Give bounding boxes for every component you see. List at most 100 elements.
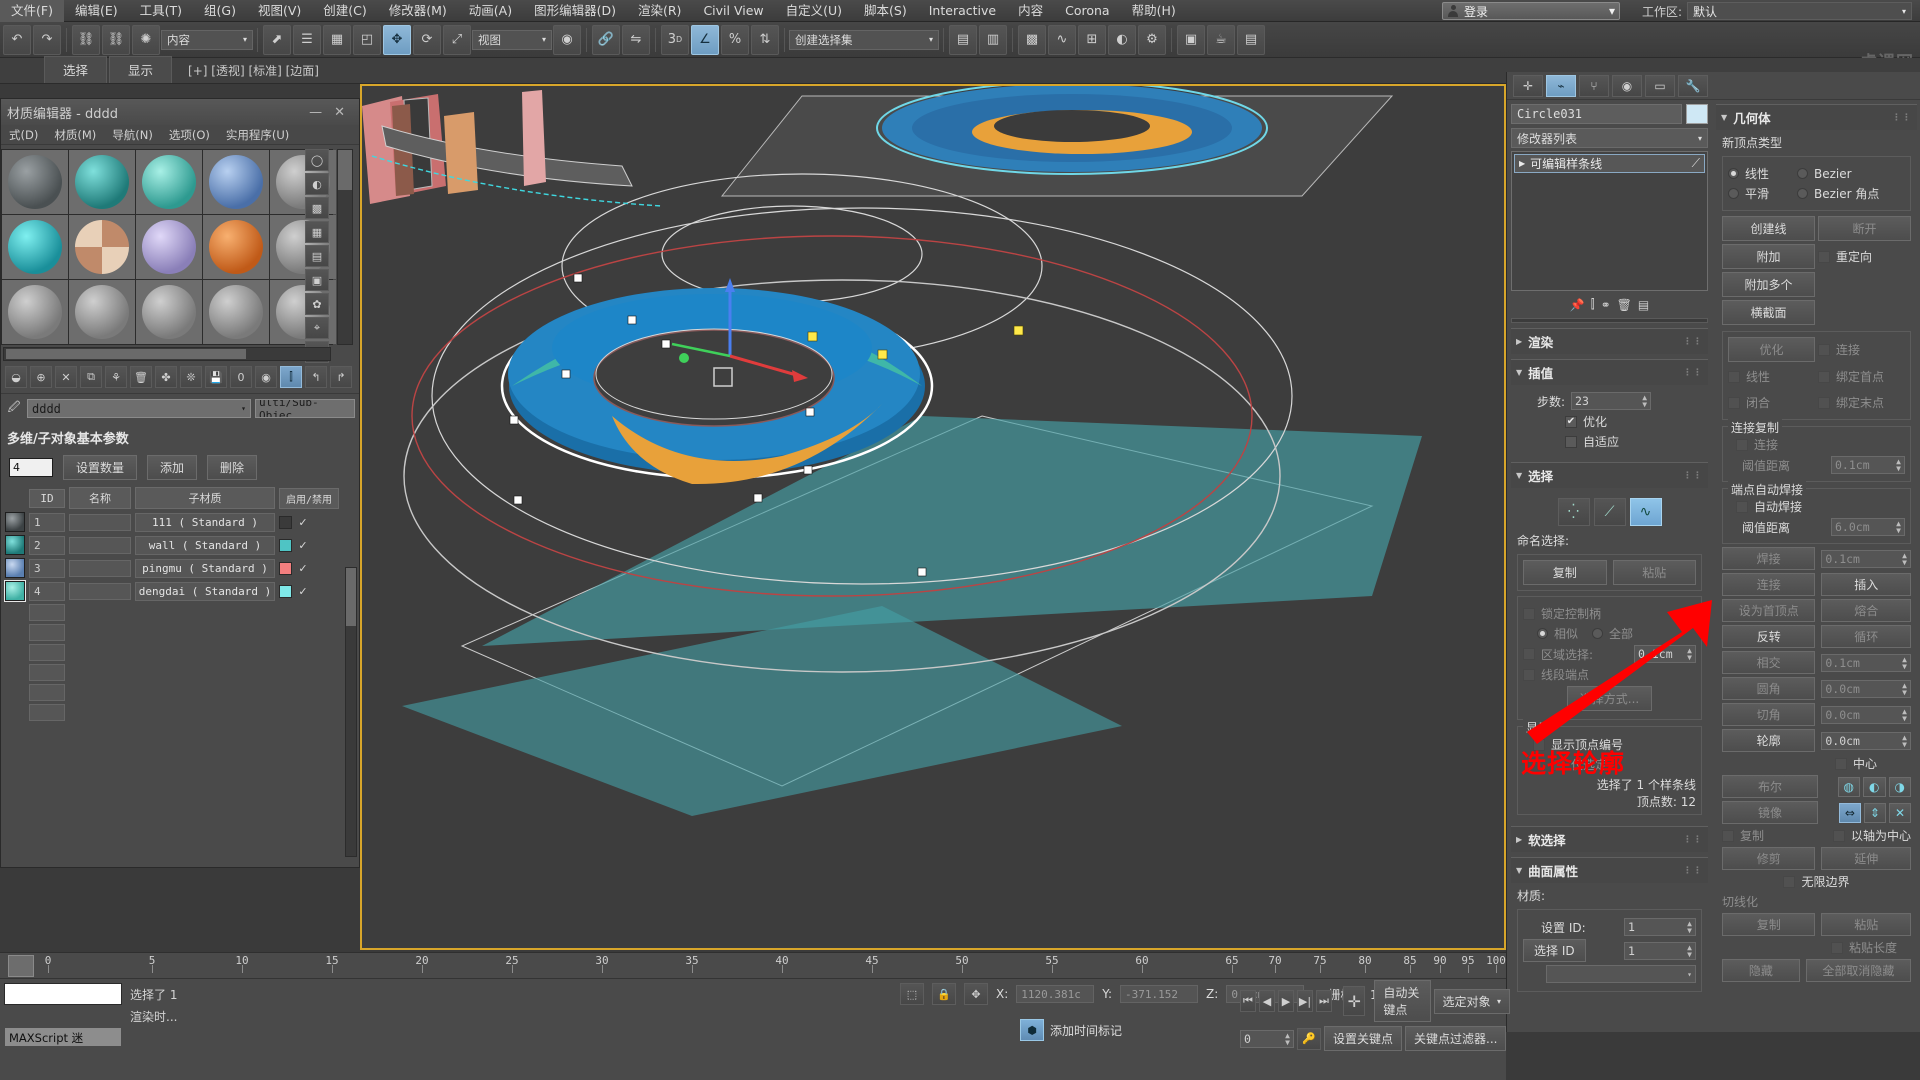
add-button[interactable]: 添加 xyxy=(147,455,198,480)
select-id-spinner[interactable]: 1 ▲ ▼ xyxy=(1624,941,1696,960)
motion-tab[interactable]: ◉ xyxy=(1612,74,1642,97)
row-preview-swatch[interactable] xyxy=(4,580,26,602)
spinner-arrows-icon[interactable]: ▲ ▼ xyxy=(1896,520,1901,535)
viewport[interactable] xyxy=(360,84,1506,950)
area-selection-checkbox[interactable] xyxy=(1523,648,1535,660)
stack-resize-handle[interactable] xyxy=(1511,318,1708,323)
material-slot-scrollbar[interactable] xyxy=(337,149,353,345)
spinner-arrows-icon[interactable]: ▲ ▼ xyxy=(1902,733,1907,748)
material-slot[interactable] xyxy=(203,215,269,279)
chamfer-spinner[interactable]: 0.0cm ▲ ▼ xyxy=(1821,705,1911,724)
table-row[interactable]: 3 pingmu ( Standard ) ✓ xyxy=(5,558,353,578)
outline-spinner[interactable]: 0.0cm ▲ ▼ xyxy=(1821,731,1911,750)
row-enabled-checkbox[interactable]: ✓ xyxy=(296,516,310,529)
spinner-arrows-icon[interactable]: ▲ ▼ xyxy=(1902,681,1907,696)
sample-type-icon[interactable]: ◯ xyxy=(305,149,329,171)
mirror-copy-checkbox[interactable] xyxy=(1722,829,1734,842)
login-button[interactable]: 登录 ▾ xyxy=(1442,2,1620,20)
spinner-arrows-icon[interactable]: ▲ ▼ xyxy=(1902,655,1907,670)
rollout-render-header[interactable]: ▶ 渲染 ⋮⋮ xyxy=(1511,328,1708,354)
bezier-radio[interactable] xyxy=(1797,168,1809,179)
spinner-snap-icon[interactable]: ⇅ xyxy=(751,24,779,55)
quick-align-icon[interactable]: ▥ xyxy=(979,24,1007,55)
row-submaterial-button[interactable]: 111 ( Standard ) xyxy=(135,512,275,532)
viewport-label[interactable]: [+] [透视] [标准] [边面] xyxy=(188,62,319,83)
me-menu-material[interactable]: 材质(M) xyxy=(46,127,104,143)
prev-frame-icon[interactable]: ◀ xyxy=(1259,990,1275,1012)
menu-item-animation[interactable]: 动画(A) xyxy=(458,0,523,22)
time-slider-handle[interactable] xyxy=(8,955,34,977)
connect-checkbox[interactable] xyxy=(1818,343,1830,356)
row-preview-swatch[interactable] xyxy=(5,512,25,532)
fuse-button[interactable]: 熔合 xyxy=(1821,599,1911,622)
closed-row[interactable]: 闭合 xyxy=(1728,394,1815,411)
connect-row[interactable]: 连接 xyxy=(1818,340,1905,359)
me-menu-mode[interactable]: 式(D) xyxy=(1,127,46,143)
row-color-swatch[interactable] xyxy=(279,538,292,552)
window-crossing-icon[interactable]: ◰ xyxy=(353,24,381,55)
timeline-ruler[interactable]: 0 5 10 15 20 25 30 35 40 45 50 55 60 65 … xyxy=(0,952,1506,978)
lock-icon[interactable]: 🔒 xyxy=(932,983,956,1005)
menu-item-modifiers[interactable]: 修改器(M) xyxy=(378,0,458,22)
subtraction-icon[interactable]: ◐ xyxy=(1863,776,1886,797)
cross-insert-spinner[interactable]: 0.1cm ▲ ▼ xyxy=(1821,653,1911,672)
weld-spinner[interactable]: 0.1cm ▲ ▼ xyxy=(1821,549,1911,568)
rollout-selection-header[interactable]: ▼ 选择 ⋮⋮ xyxy=(1511,462,1708,488)
material-slot[interactable] xyxy=(136,215,202,279)
bind-space-warp-icon[interactable]: ✺ xyxy=(132,24,160,55)
select-object-icon[interactable]: ⬈ xyxy=(263,24,291,55)
spinner-arrows-icon[interactable]: ▲ ▼ xyxy=(1687,943,1692,958)
options-icon[interactable]: ✿ xyxy=(305,293,329,315)
menu-item-edit[interactable]: 编辑(E) xyxy=(64,0,129,22)
display-tab[interactable]: ▭ xyxy=(1645,74,1675,97)
all-radio[interactable] xyxy=(1592,628,1604,639)
menu-item-civil-view[interactable]: Civil View xyxy=(692,0,774,22)
menu-item-views[interactable]: 视图(V) xyxy=(247,0,312,22)
menu-item-interactive[interactable]: Interactive xyxy=(918,0,1007,22)
paste-selection-button[interactable]: 粘贴 xyxy=(1612,560,1696,585)
chevron-right-icon[interactable]: ▶ xyxy=(1519,159,1525,168)
go-forward-sibling-icon[interactable]: ↱ xyxy=(330,366,352,388)
undo-icon[interactable]: ↶ xyxy=(3,24,31,55)
segment-mode-icon[interactable]: ⟋ xyxy=(1593,498,1626,526)
render-iterative-icon[interactable]: ▤ xyxy=(1237,24,1265,55)
select-link-icon[interactable]: ⛓ xyxy=(72,24,100,55)
time-tag-icon[interactable]: ⬢ xyxy=(1020,1019,1044,1041)
material-slot[interactable] xyxy=(69,150,135,214)
rollout-interpolation-header[interactable]: ▼ 插值 ⋮⋮ xyxy=(1511,359,1708,385)
reset-map-icon[interactable]: ✕ xyxy=(55,366,77,388)
connect-copy-checkbox[interactable] xyxy=(1736,438,1748,451)
select-by-material-icon[interactable]: ⌖ xyxy=(305,317,329,339)
object-name-input[interactable]: Circle031 xyxy=(1511,104,1682,124)
make-unique-icon[interactable]: ⚭ xyxy=(1601,298,1611,312)
background-icon[interactable]: ▩ xyxy=(305,197,329,219)
go-to-parent-icon[interactable]: ↰ xyxy=(305,366,327,388)
material-slot[interactable] xyxy=(2,215,68,279)
row-name-input[interactable] xyxy=(69,582,131,600)
paste2-button[interactable]: 粘贴 xyxy=(1821,913,1911,936)
goto-start-icon[interactable]: ⏮ xyxy=(1240,990,1256,1012)
named-selection-set-input[interactable]: 创建选择集 ▾ xyxy=(789,29,939,50)
union-icon[interactable]: ◍ xyxy=(1837,776,1861,797)
scrollbar-thumb[interactable] xyxy=(338,150,352,190)
modifier-stack-item[interactable]: ▶ 可编辑样条线 ⟋ xyxy=(1514,154,1705,173)
material-slot[interactable] xyxy=(2,150,68,214)
utilities-tab[interactable]: 🔧 xyxy=(1678,74,1708,97)
auto-weld-row[interactable]: 自动焊接 xyxy=(1728,498,1905,515)
frame-field[interactable]: 0 ▲ ▼ xyxy=(1240,1029,1294,1048)
create-line-button[interactable]: 创建线 xyxy=(1722,216,1815,241)
material-slot[interactable] xyxy=(69,280,135,344)
linear-row[interactable]: 线性 xyxy=(1728,368,1815,385)
segment-end-checkbox[interactable] xyxy=(1523,668,1535,681)
material-slot-hscrollbar[interactable] xyxy=(3,347,331,361)
spinner-arrows-icon[interactable]: ▲ ▼ xyxy=(1902,707,1907,722)
row-color-swatch[interactable] xyxy=(279,584,292,598)
center-row[interactable]: 中心 xyxy=(1722,755,1911,772)
set-key-button[interactable]: 设置关键点 xyxy=(1324,1026,1403,1051)
material-editor-window[interactable]: 材质编辑器 - dddd — ✕ 式(D) 材质(M) 导航(N) 选项(O) … xyxy=(0,98,360,868)
make-unique-icon[interactable]: ⚘ xyxy=(105,366,127,388)
row-enabled-checkbox[interactable]: ✓ xyxy=(296,562,310,575)
me-menu-utilities[interactable]: 实用程序(U) xyxy=(218,127,297,143)
select-by-name-icon[interactable]: ☰ xyxy=(293,24,321,55)
fillet-button[interactable]: 圆角 xyxy=(1722,677,1816,700)
